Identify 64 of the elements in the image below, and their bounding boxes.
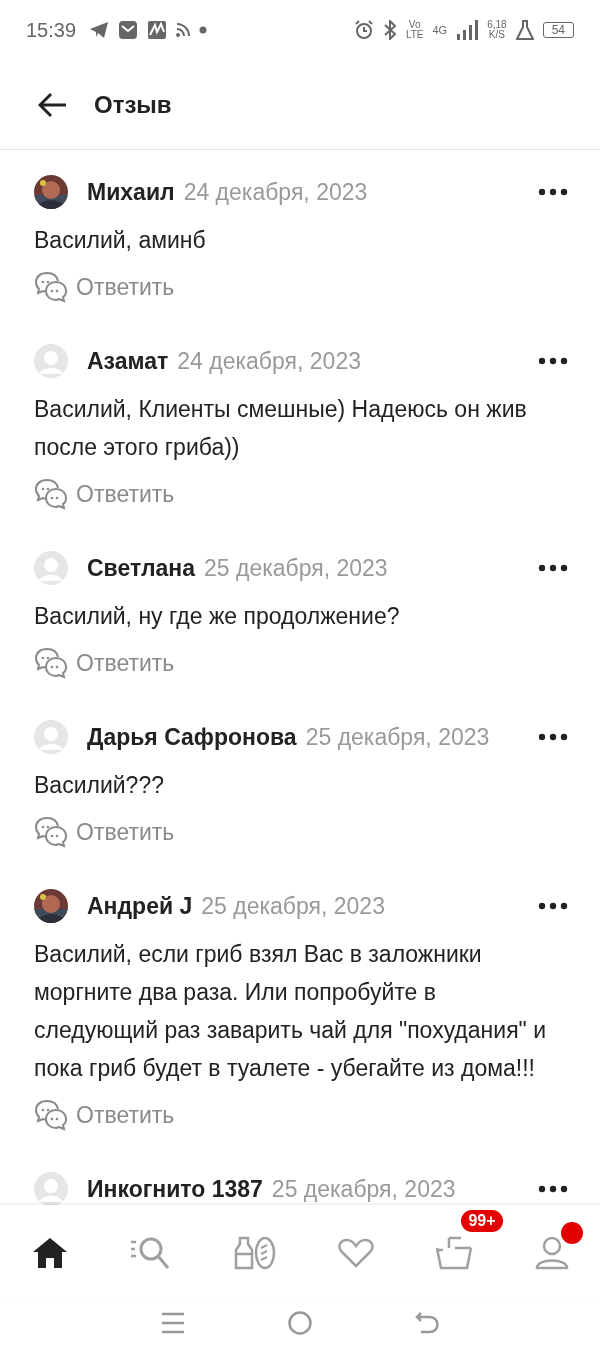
author-name: Инкогнито 1387 <box>87 1175 263 1203</box>
reply-button[interactable]: Ответить <box>34 265 175 309</box>
signal-icon <box>456 20 479 40</box>
more-icon[interactable] <box>538 357 568 365</box>
comment-text: Василий, ну где же продолжение? <box>34 602 401 631</box>
avatar-icon <box>34 720 68 754</box>
cart-tab[interactable] <box>435 1236 474 1270</box>
profile-tab[interactable] <box>535 1236 570 1270</box>
more-icon[interactable] <box>538 188 568 196</box>
bluetooth-icon <box>382 20 397 40</box>
flask-icon <box>515 20 534 40</box>
cart-count-badge: 99+ <box>461 1210 503 1232</box>
reply-button[interactable]: Ответить <box>34 472 175 516</box>
chat-icon <box>34 816 68 848</box>
dot-icon <box>199 26 208 34</box>
back-button[interactable] <box>38 91 68 118</box>
menu-icon[interactable] <box>161 1312 186 1334</box>
mail-icon <box>118 20 139 40</box>
telegram-icon <box>89 21 110 39</box>
basket-icon <box>435 1236 474 1270</box>
back-icon[interactable] <box>414 1312 439 1334</box>
comment-date: 25 декабря, 2023 <box>201 892 385 920</box>
comment-date: 24 декабря, 2023 <box>183 178 368 206</box>
profile-icon <box>535 1236 570 1270</box>
more-icon[interactable] <box>538 564 568 572</box>
comment-text: Василий, аминб <box>34 226 207 255</box>
chat-icon <box>34 478 68 510</box>
heart-icon <box>337 1238 374 1268</box>
author-name: Михаил <box>87 178 175 206</box>
avatar-icon <box>34 344 68 378</box>
more-icon[interactable] <box>538 902 568 910</box>
comment-date: 25 декабря, 2023 <box>271 1175 456 1203</box>
author-name: Азамат <box>87 347 169 375</box>
author-name: Дарья Сафронова <box>87 723 297 751</box>
app-icon <box>147 20 168 40</box>
comment-date: 25 декабря, 2023 <box>204 554 388 582</box>
bottle-bread-icon <box>234 1236 277 1270</box>
status-time: 15:39 <box>26 18 77 42</box>
rss-icon <box>176 23 191 37</box>
battery-indicator: 54 <box>542 22 574 38</box>
chat-icon <box>34 1099 68 1131</box>
more-icon[interactable] <box>538 1185 568 1193</box>
avatar-icon <box>34 551 68 585</box>
products-tab[interactable] <box>234 1236 277 1270</box>
reply-button[interactable]: Ответить <box>34 810 175 854</box>
chat-icon <box>34 271 68 303</box>
more-icon[interactable] <box>538 733 568 741</box>
author-name: Андрей J <box>87 892 193 920</box>
chat-icon <box>34 647 68 679</box>
comment-date: 25 декабря, 2023 <box>305 723 490 751</box>
reply-button[interactable]: Ответить <box>34 1093 175 1137</box>
home-circle-icon[interactable] <box>288 1311 312 1335</box>
comment-date: 24 декабря, 2023 <box>177 347 361 375</box>
comment-text: Василий, если гриб взял Вас в заложники моргните два раза. Или попробуйте в следующий раз заварить чай для "похудания" и пока гриб будет в туалете - убегайте из дома!!! <box>34 940 547 1083</box>
author-name: Светлана <box>87 554 195 582</box>
favorites-tab[interactable] <box>337 1238 374 1268</box>
comment-text: Василий, Клиенты смешные) Надеюсь он жив после этого гриба)) <box>34 395 528 462</box>
comment-text: Василий??? <box>34 771 165 800</box>
network-label: 4G <box>432 24 448 36</box>
page-title: Отзыв <box>94 90 172 119</box>
alarm-icon <box>353 20 374 40</box>
speed-label: 6,18 K/S <box>487 20 507 40</box>
reply-button[interactable]: Ответить <box>34 641 175 685</box>
volte-label: Vo LTE <box>405 20 424 40</box>
